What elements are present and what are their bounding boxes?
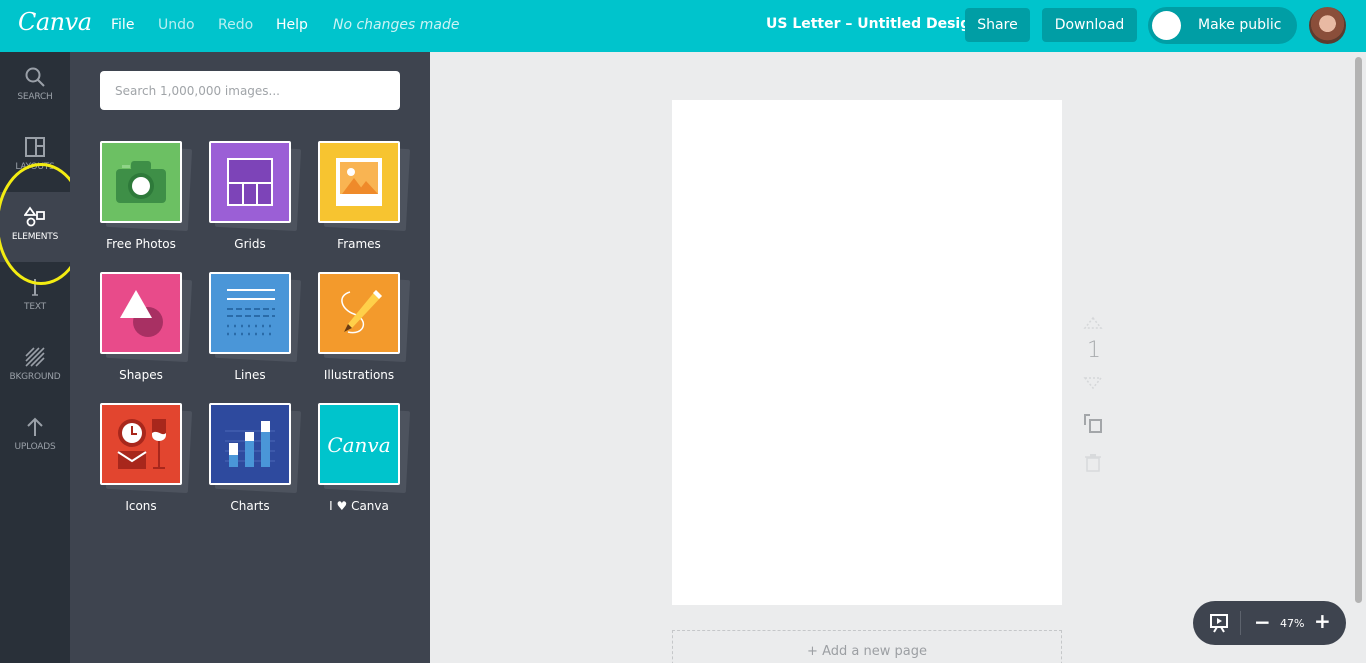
tile-label: Charts	[230, 499, 270, 513]
top-bar: Canva File Undo Redo Help No changes mad…	[0, 0, 1366, 52]
tile-shapes[interactable]: Shapes	[100, 272, 193, 382]
lines-icon	[211, 274, 289, 352]
tile-label: Frames	[337, 237, 381, 251]
charts-thumbnail	[209, 403, 291, 485]
sidebar-item-label: UPLOADS	[14, 442, 56, 452]
tile-icons[interactable]: Icons	[100, 403, 193, 513]
tile-frames[interactable]: Frames	[318, 141, 411, 251]
make-public-toggle[interactable]: Make public	[1148, 7, 1297, 44]
sidebar-item-elements[interactable]: ELEMENTS	[0, 192, 70, 262]
canva-thumbnail: Canva	[318, 403, 400, 485]
divider	[1240, 611, 1241, 635]
tile-label: Grids	[234, 237, 266, 251]
sidebar-item-label: BKGROUND	[9, 372, 61, 382]
illustrations-thumbnail	[318, 272, 400, 354]
zoom-out-button[interactable]: −	[1254, 610, 1271, 634]
sidebar-item-search[interactable]: SEARCH	[0, 52, 70, 122]
delete-page-icon[interactable]	[1083, 454, 1103, 472]
grid-icon	[211, 143, 289, 221]
shapes-thumbnail	[100, 272, 182, 354]
clock-icon	[102, 405, 180, 483]
tile-label: Shapes	[119, 368, 163, 382]
image-search-input[interactable]	[100, 71, 400, 110]
menu-undo[interactable]: Undo	[158, 17, 195, 33]
toggle-knob	[1152, 11, 1181, 40]
sidebar-item-background[interactable]: BKGROUND	[0, 332, 70, 402]
zoom-level: 47%	[1280, 617, 1305, 630]
sidebar-rail: SEARCH LAYOUTS ELEMENTS TEXT BKGROUND UP…	[0, 52, 70, 663]
sidebar-item-label: TEXT	[24, 302, 46, 312]
tile-label: I ♥ Canva	[329, 499, 389, 513]
make-public-label: Make public	[1198, 17, 1282, 33]
vertical-scrollbar[interactable]	[1355, 57, 1362, 603]
duplicate-page-icon[interactable]	[1083, 413, 1103, 433]
document-title[interactable]: US Letter – Untitled Design	[766, 16, 980, 32]
design-page[interactable]	[672, 100, 1062, 605]
sidebar-item-label: LAYOUTS	[15, 162, 55, 172]
sidebar-item-layouts[interactable]: LAYOUTS	[0, 122, 70, 192]
page-number: 1	[1087, 338, 1101, 363]
search-icon	[25, 67, 45, 87]
tile-label: Illustrations	[323, 368, 395, 382]
menu-redo[interactable]: Redo	[218, 17, 253, 33]
canva-logo-icon: Canva	[320, 405, 398, 483]
sidebar-item-uploads[interactable]: UPLOADS	[0, 402, 70, 472]
canva-logo[interactable]: Canva	[18, 8, 92, 36]
zoom-controls: − 47% +	[1193, 601, 1346, 645]
menu-help[interactable]: Help	[276, 17, 308, 33]
icons-thumbnail	[100, 403, 182, 485]
elements-panel: Free Photos Grids Frames Shapes Lines	[70, 52, 430, 663]
share-button[interactable]: Share	[965, 8, 1030, 42]
background-icon	[25, 347, 45, 367]
pencil-icon	[320, 274, 398, 352]
tile-label: Free Photos	[106, 237, 176, 251]
free-photos-thumbnail	[100, 141, 182, 223]
present-icon[interactable]	[1208, 612, 1230, 634]
tile-label: Lines	[234, 368, 266, 382]
grids-thumbnail	[209, 141, 291, 223]
frame-icon	[320, 143, 398, 221]
upload-icon	[27, 417, 43, 436]
elements-icon	[24, 206, 45, 227]
tile-i-love-canva[interactable]: Canva I ♥ Canva	[318, 403, 411, 513]
lines-thumbnail	[209, 272, 291, 354]
camera-icon	[102, 143, 180, 221]
tile-free-photos[interactable]: Free Photos	[100, 141, 193, 251]
sidebar-item-label: SEARCH	[17, 92, 53, 102]
page-down-icon[interactable]	[1083, 376, 1103, 390]
page-up-icon[interactable]	[1083, 316, 1103, 330]
menu-file[interactable]: File	[111, 17, 134, 33]
shapes-icon	[102, 274, 180, 352]
sidebar-item-text[interactable]: TEXT	[0, 262, 70, 332]
layouts-icon	[25, 137, 45, 157]
tile-charts[interactable]: Charts	[209, 403, 302, 513]
svg-text:Canva: Canva	[327, 433, 390, 457]
add-page-button[interactable]: + Add a new page	[672, 630, 1062, 663]
text-icon	[32, 279, 38, 296]
save-status: No changes made	[333, 17, 460, 33]
tile-lines[interactable]: Lines	[209, 272, 302, 382]
tile-label: Icons	[125, 499, 157, 513]
sidebar-item-label: ELEMENTS	[11, 232, 59, 242]
download-button[interactable]: Download	[1042, 8, 1137, 42]
user-avatar[interactable]	[1309, 7, 1346, 44]
bar-chart-icon	[211, 405, 289, 483]
tile-grids[interactable]: Grids	[209, 141, 302, 251]
zoom-in-button[interactable]: +	[1314, 609, 1331, 633]
frames-thumbnail	[318, 141, 400, 223]
tile-illustrations[interactable]: Illustrations	[318, 272, 411, 382]
